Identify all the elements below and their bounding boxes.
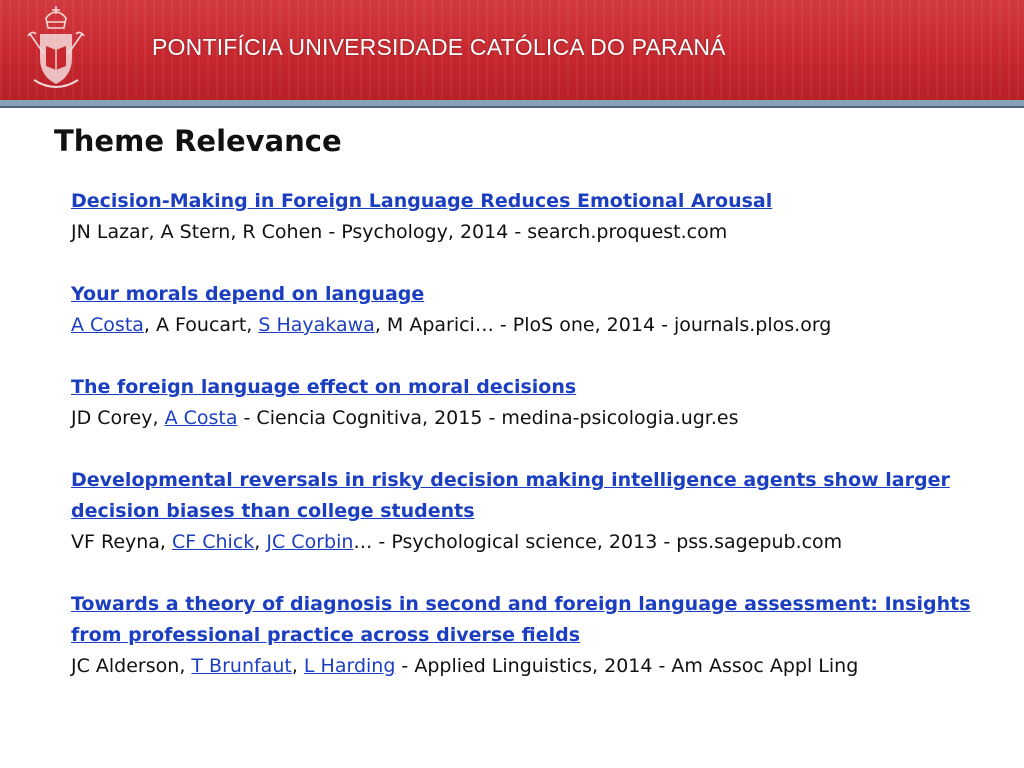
author-link-jc-corbin[interactable]: JC Corbin [266, 531, 353, 553]
reference-citation: VF Reyna, CF Chick, JC Corbin… - Psychol… [71, 527, 971, 558]
reference-item: The foreign language effect on moral dec… [71, 372, 971, 434]
reference-title-link-continued[interactable]: decision biases than college students [71, 496, 971, 527]
author-text: , A Foucart, [143, 314, 259, 336]
author-link-s-hayakawa[interactable]: S Hayakawa [258, 314, 374, 336]
source-text: - Applied Linguistics, 2014 - Am Assoc A… [395, 655, 859, 677]
author-link-a-costa[interactable]: A Costa [165, 407, 238, 429]
author-text: JN Lazar, A Stern, R Cohen [71, 221, 323, 243]
author-link-cf-chick[interactable]: CF Chick [172, 531, 254, 553]
header-banner: PONTIFÍCIA UNIVERSIDADE CATÓLICA DO PARA… [0, 0, 1024, 100]
source-text: - PloS one, 2014 - journals.plos.org [493, 314, 832, 336]
page-title: Theme Relevance [54, 124, 342, 158]
author-text: VF Reyna, [71, 531, 173, 553]
reference-item: Towards a theory of diagnosis in second … [71, 589, 971, 682]
header-divider-shadow [0, 106, 1024, 108]
reference-item: Developmental reversals in risky decisio… [71, 465, 971, 558]
reference-item: Your morals depend on language A Costa, … [71, 279, 971, 341]
reference-citation: A Costa, A Foucart, S Hayakawa, M Aparic… [71, 310, 971, 341]
reference-title-link[interactable]: The foreign language effect on moral dec… [71, 372, 971, 403]
reference-list: Decision-Making in Foreign Language Redu… [71, 186, 971, 713]
reference-title-link[interactable]: Your morals depend on language [71, 279, 971, 310]
reference-title-link[interactable]: Developmental reversals in risky decisio… [71, 465, 971, 496]
reference-title-link[interactable]: Towards a theory of diagnosis in second … [71, 589, 971, 620]
reference-title-link[interactable]: Decision-Making in Foreign Language Redu… [71, 186, 971, 217]
author-separator: , [291, 655, 304, 677]
source-text: - Psychological science, 2013 - pss.sage… [372, 531, 843, 553]
author-link-t-brunfaut[interactable]: T Brunfaut [191, 655, 291, 677]
reference-title-link-continued[interactable]: from professional practice across divers… [71, 620, 971, 651]
author-text: … [353, 531, 373, 553]
author-text: JC Alderson, [71, 655, 192, 677]
reference-citation: JC Alderson, T Brunfaut, L Harding - App… [71, 651, 971, 682]
institution-name: PONTIFÍCIA UNIVERSIDADE CATÓLICA DO PARA… [152, 34, 726, 60]
source-text: - Ciencia Cognitiva, 2015 - medina-psico… [237, 407, 739, 429]
source-text: - Psychology, 2014 - search.proquest.com [322, 221, 728, 243]
reference-citation: JN Lazar, A Stern, R Cohen - Psychology,… [71, 217, 971, 248]
author-separator: , [254, 531, 267, 553]
reference-citation: JD Corey, A Costa - Ciencia Cognitiva, 2… [71, 403, 971, 434]
university-crest-icon [27, 6, 85, 88]
author-link-l-harding[interactable]: L Harding [304, 655, 395, 677]
reference-item: Decision-Making in Foreign Language Redu… [71, 186, 971, 248]
author-text: , M Aparici… [374, 314, 494, 336]
author-link-a-costa[interactable]: A Costa [71, 314, 144, 336]
author-text: JD Corey, [71, 407, 165, 429]
